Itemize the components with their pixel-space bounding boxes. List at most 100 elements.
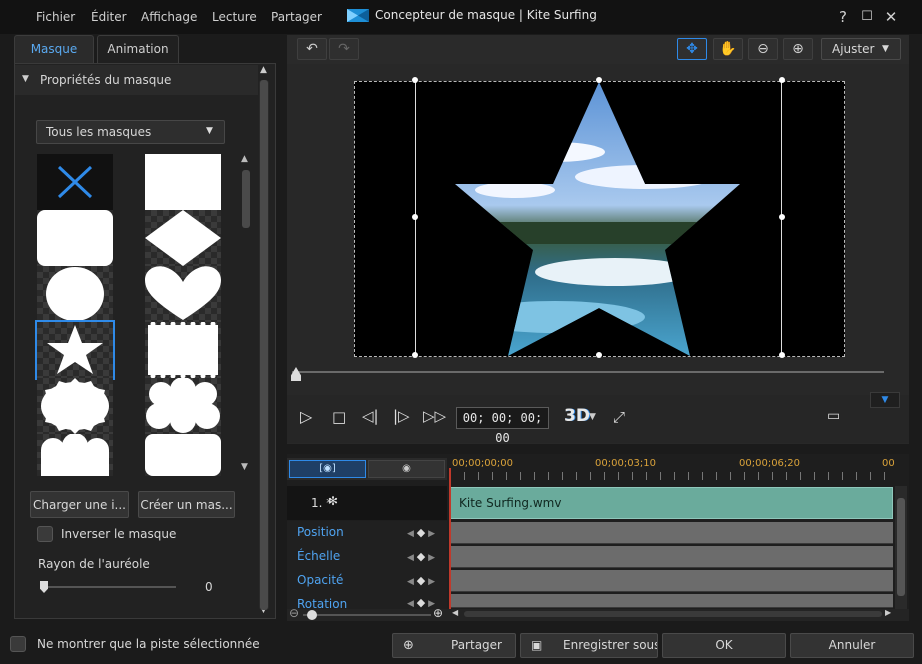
fast-forward-icon[interactable]: ▷▷ [423,407,446,425]
resize-handle[interactable] [779,352,785,358]
mask-cloud-2[interactable] [37,434,113,476]
menu-fichier[interactable]: Fichier [36,10,75,24]
mode-3d-icon[interactable]: 3D [564,406,590,426]
mask-diamond[interactable] [145,210,221,266]
timeline-zoom-out-icon[interactable]: ⊖ [289,606,299,620]
tab-animation[interactable]: Animation [97,35,179,63]
track-view-button[interactable]: [◉] [289,460,366,478]
collapse-triangle-icon[interactable]: ▼ [22,74,29,84]
stamp-icon [148,322,218,378]
ruler-tick-label: 00;00;00;00 [452,458,514,469]
menu-partager[interactable]: Partager [271,10,322,24]
rotation-track[interactable] [450,594,893,608]
zoom-in-icon[interactable]: ⊕ [783,38,813,60]
select-move-icon[interactable]: ✥ [677,38,707,60]
section-title: Propriétés du masque [40,73,172,87]
mask-rounded-rectangle-2[interactable] [145,434,221,476]
safe-area-icon[interactable]: ▭ [827,408,840,424]
scale-track[interactable] [450,546,893,568]
resize-handle[interactable] [779,214,785,220]
mask-none[interactable] [37,154,113,210]
create-mask-button[interactable]: Créer un mas... [138,491,235,518]
mask-selection-frame[interactable] [415,80,782,356]
show-selected-track-label: Ne montrer que la piste sélectionnée [37,637,260,651]
position-track[interactable] [450,522,893,544]
scroll-right-icon[interactable]: ▶ [885,608,891,617]
zoom-fit-dropdown[interactable]: Ajuster ▼ [821,38,901,60]
next-frame-icon[interactable]: |▷ [393,407,410,425]
ruler-ticks [450,472,893,480]
circle-icon [46,267,104,321]
keyframe-nav-icon[interactable]: ◀ ◆ ▶ [407,596,435,609]
keyframe-nav-icon[interactable]: ◀ ◆ ▶ [407,574,435,587]
resize-handle[interactable] [412,352,418,358]
diamond-icon [145,210,221,266]
burst-icon [41,378,109,434]
opacity-track[interactable] [450,570,893,592]
invert-mask-checkbox[interactable] [37,526,53,542]
heart-icon [145,266,221,320]
keyframe-view-button[interactable]: ◉ [368,460,445,478]
fullscreen-icon[interactable]: ⤢ [613,408,625,426]
load-image-button[interactable]: Charger une i... [30,491,129,518]
menu-lecture[interactable]: Lecture [212,10,257,24]
ok-button[interactable]: OK [662,633,786,658]
timeline-vscroll-thumb[interactable] [897,498,905,596]
undo-icon[interactable]: ↶ [297,38,327,60]
scroll-up-icon[interactable]: ▲ [260,65,267,75]
resize-handle[interactable] [596,77,602,83]
cancel-button[interactable]: Annuler [790,633,914,658]
save-disk-icon: ▣ [531,638,543,652]
save-as-button[interactable]: ▣ Enregistrer sous [520,633,658,658]
feather-slider-track[interactable] [42,586,176,588]
timeline-zoom-in-icon[interactable]: ⊕ [433,606,443,620]
mask-cloud[interactable] [145,378,221,434]
tab-masque[interactable]: Masque [14,35,94,63]
timeline-playhead[interactable] [449,468,451,609]
show-selected-track-checkbox[interactable] [10,636,26,652]
effect-sparkle-icon: ✻ [328,494,339,508]
resize-handle[interactable] [779,77,785,83]
mask-circle[interactable] [37,266,113,322]
timeline-hscroll-thumb[interactable] [464,611,882,617]
play-icon[interactable]: ▷ [300,407,312,426]
thumbs-scrollbar-thumb[interactable] [242,170,250,228]
chevron-down-icon[interactable]: ▼ [206,126,213,136]
mask-burst[interactable] [37,378,113,434]
ruler-tick-label: 00;00;03;10 [595,458,657,469]
mask-rectangle[interactable] [145,154,221,210]
timeline-zoom-handle[interactable] [307,610,317,620]
share-button[interactable]: ⊕ Partager [392,633,516,658]
resize-handle[interactable] [412,77,418,83]
track-opacity-label[interactable]: Opacité [297,573,343,587]
expand-panel-icon[interactable]: ▼ [870,392,900,408]
track-position-label[interactable]: Position [297,525,344,539]
thumbs-scroll-down-icon[interactable]: ▼ [241,462,248,472]
keyframe-nav-icon[interactable]: ◀ ◆ ▶ [407,550,435,563]
resize-handle[interactable] [412,214,418,220]
hand-pan-icon[interactable]: ✋ [713,38,743,60]
zoom-out-icon[interactable]: ⊖ [748,38,778,60]
mode-3d-chevron-icon[interactable]: ▼ [589,412,596,422]
help-button[interactable]: ? [832,6,854,28]
menu-editer[interactable]: Éditer [91,10,127,24]
thumbs-scroll-up-icon[interactable]: ▲ [241,154,248,164]
track-scale-label[interactable]: Échelle [297,549,340,563]
scroll-left-icon[interactable]: ◀ [452,608,458,617]
panel-scrollbar-thumb[interactable] [260,80,268,610]
playback-slider[interactable] [292,371,884,373]
mask-stamp[interactable] [145,322,221,378]
resize-handle[interactable] [596,352,602,358]
stop-icon[interactable]: □ [332,408,346,426]
keyframe-nav-icon[interactable]: ◀ ◆ ▶ [407,526,435,539]
mask-star[interactable] [35,320,115,380]
mask-heart[interactable] [145,266,221,322]
timecode-display[interactable]: 00; 00; 00; 00 [456,407,549,445]
redo-icon[interactable]: ↷ [329,38,359,60]
close-button[interactable]: ✕ [880,6,902,28]
maximize-button[interactable]: ☐ [856,6,878,28]
mask-rounded-rectangle[interactable] [37,210,113,266]
menu-affichage[interactable]: Affichage [141,10,197,24]
timeline-zoom-slider[interactable] [303,614,431,616]
previous-frame-icon[interactable]: ◁| [362,407,379,425]
